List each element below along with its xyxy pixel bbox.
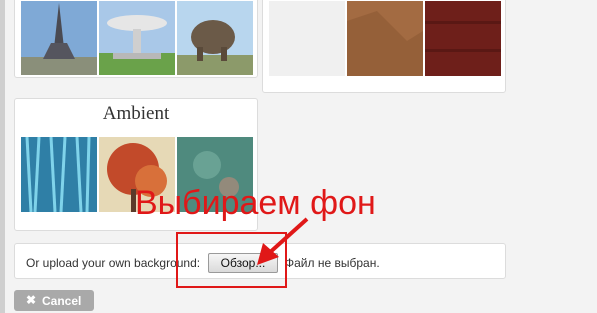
thumbnail-brown-paper-texture[interactable] [347, 1, 423, 76]
thumbnail-white-linen-texture[interactable] [269, 1, 345, 76]
thumbnail-red-wood-texture[interactable] [425, 1, 501, 76]
thumbnail-blue-fibers[interactable] [21, 137, 97, 212]
textures-card [262, 0, 506, 93]
thumbnail-eiffel-tower[interactable] [21, 1, 97, 75]
close-x-icon: ✖ [26, 293, 37, 307]
ambient-card-title: Ambient [102, 103, 170, 124]
thumbnail-starship-statue[interactable] [99, 1, 175, 75]
upload-label: Or upload your own background: [26, 256, 201, 270]
left-rail [0, 0, 5, 313]
cancel-button-label: Cancel [42, 294, 82, 308]
landmarks-card [14, 0, 258, 78]
cancel-button[interactable]: ✖ Cancel [14, 290, 94, 311]
annotation-arrow-icon [257, 217, 309, 265]
thumbnail-bison-statue[interactable] [177, 1, 253, 75]
